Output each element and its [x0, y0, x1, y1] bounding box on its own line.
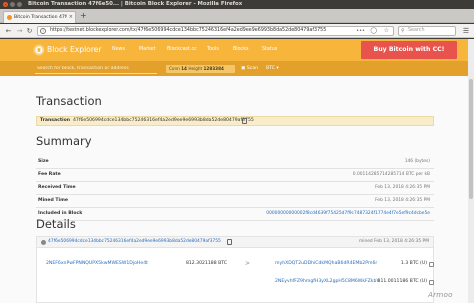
conn-value: 14 — [181, 66, 187, 71]
site-info-icon[interactable]: i — [40, 28, 46, 34]
maximize-window-icon[interactable] — [17, 2, 22, 7]
output-value: 1.3 BTC (U) — [387, 259, 427, 269]
summary-row-received-time: Received Time Feb 13, 2018 4:26:35 PM — [36, 182, 434, 195]
scan-label: Scan — [246, 66, 258, 71]
url-text[interactable]: https://testnet.blockexplorer.com/tx/47f… — [50, 27, 326, 35]
block-explorer-logo-icon[interactable] — [33, 44, 45, 56]
forward-arrow-icon[interactable]: → — [15, 25, 24, 37]
currency-selector[interactable]: BTC ▾ — [266, 64, 279, 74]
summary-value: Feb 13, 2018 4:26:35 PM — [375, 198, 430, 203]
page-title: Transaction — [36, 94, 102, 108]
input-value: 812.3021188 BTC — [185, 261, 227, 266]
detail-panel-header: 47f6e506994cdce134bbc75246316ef4a2ed9ee9… — [37, 237, 433, 248]
buy-bitcoin-button[interactable]: Buy Bitcoin with CC! — [361, 41, 457, 59]
site-brand[interactable]: Block Explorer — [47, 44, 102, 56]
window-title: Bitcoin Transaction 47f6e50... | Bitcoin… — [28, 1, 243, 7]
output-address-link[interactable]: myhXDQT2uDDhiCdkMQhaB6dR4EMb2Pm6r — [275, 259, 377, 269]
page-scrollbar[interactable] — [468, 39, 474, 303]
output-address-link[interactable]: 2NEyvhfFZ9hmgfH3yXL2gpH5C8M6WkFZkbY — [275, 277, 379, 287]
output-info-icon[interactable] — [429, 262, 434, 267]
bitcoin-favicon-icon — [7, 15, 12, 20]
nav-blockcast[interactable]: Blockcast.cc — [167, 44, 197, 56]
url-bar[interactable]: i https://testnet.blockexplorer.com/tx/4… — [37, 26, 394, 36]
copy-icon[interactable] — [227, 239, 232, 245]
main-content: Transaction Transaction 47f6e506994cdce1… — [36, 76, 434, 303]
close-window-icon[interactable]: × — [3, 2, 8, 7]
block-search-input[interactable] — [35, 64, 157, 74]
summary-row-size: Size 146 (bytes) — [36, 156, 434, 169]
summary-row-fee-rate: Fee Rate 0.00114285714285714 BTC per kB — [36, 169, 434, 182]
flow-arrow-icon: > — [245, 260, 251, 267]
input-address-link[interactable]: 2NEF6xnPwFPNNQUPX5kwMWESW1DjoHe4t — [46, 259, 148, 269]
block-hash-link[interactable]: 00000000000002f8cd4639f75425d7f9c7487324… — [266, 208, 430, 220]
browser-search-field[interactable]: ⚲ Search — [398, 26, 456, 36]
transaction-id-value[interactable]: 47f6e506994cdce134bbc75246316ef4a2ed9ee9… — [73, 117, 254, 125]
output-amount: 811.0011186 BTC — [377, 279, 419, 284]
summary-row-mined-time: Mined Time Feb 13, 2018 4:26:35 PM — [36, 195, 434, 208]
navigation-toolbar: ← → ↻ i https://testnet.blockexplorer.co… — [0, 24, 474, 38]
summary-label: Size — [38, 159, 49, 164]
page-viewport: Block Explorer News Market Blockcast.cc … — [0, 39, 474, 303]
transaction-id-bar: Transaction 47f6e506994cdce134bbc7524631… — [36, 116, 434, 126]
pocket-icon[interactable]: ◯ — [370, 27, 377, 35]
bookmark-star-icon[interactable]: ☆ — [384, 27, 389, 35]
watermark-text: Armoo — [428, 290, 453, 299]
site-header: Block Explorer News Market Blockcast.cc … — [0, 39, 474, 61]
chevron-down-icon: ▾ — [276, 66, 279, 71]
details-heading: Details — [36, 217, 76, 231]
page-actions-icon[interactable]: ••• — [356, 27, 365, 35]
nav-tools[interactable]: Tools — [207, 44, 219, 56]
output-amount: 1.3 BTC — [400, 261, 419, 266]
summary-value: 0.00114285714285714 BTC per kB — [352, 172, 430, 177]
scan-button[interactable]: ▣ Scan — [241, 64, 258, 74]
nav-status[interactable]: Status — [262, 44, 277, 56]
search-icon: ⚲ — [401, 28, 405, 34]
minimize-window-icon[interactable] — [10, 2, 15, 7]
close-tab-icon[interactable]: × — [69, 12, 73, 23]
summary-label: Fee Rate — [38, 172, 61, 177]
hamburger-menu-icon[interactable]: ☰ — [461, 26, 471, 36]
browser-search-placeholder: Search — [408, 28, 425, 33]
tab-title: Bitcoin Transaction 47f6e — [14, 15, 67, 20]
copy-icon[interactable] — [242, 118, 247, 124]
reload-icon[interactable]: ↻ — [25, 25, 34, 37]
summary-label: Mined Time — [38, 198, 69, 203]
summary-heading: Summary — [36, 134, 92, 148]
height-value: 1283384 — [203, 66, 224, 71]
transaction-id-label: Transaction — [40, 118, 71, 123]
detail-tx-hash-link[interactable]: 47f6e506994cdce134bbc75246316ef4a2ed9ee9… — [48, 237, 221, 247]
conn-label: Conn — [169, 66, 180, 71]
summary-value: 146 (bytes) — [404, 159, 430, 164]
back-arrow-icon[interactable]: ← — [3, 25, 14, 37]
output-value: 811.0011186 BTC (U) — [375, 277, 427, 287]
currency-value: BTC — [266, 66, 275, 71]
tab-strip: Bitcoin Transaction 47f6e × + — [0, 9, 474, 23]
expand-circle-icon[interactable] — [41, 240, 46, 245]
firefox-window: × Bitcoin Transaction 47f6e50... | Bitco… — [0, 0, 474, 303]
mined-time: mined Feb 13, 2018 4:26:35 PM — [358, 239, 429, 244]
summary-row-block: Included in Block 00000000000002f8cd4639… — [36, 208, 434, 221]
scrollbar-thumb[interactable] — [469, 79, 473, 199]
chain-status-badge: Conn 14 Height 1283384 — [166, 65, 235, 73]
summary-value: Feb 13, 2018 4:26:35 PM — [375, 185, 430, 190]
nav-blocks[interactable]: Blocks — [233, 44, 248, 56]
new-tab-icon[interactable]: + — [80, 11, 87, 21]
output-status: (U) — [420, 279, 427, 284]
nav-news[interactable]: News — [112, 44, 125, 56]
nav-market[interactable]: Market — [139, 44, 156, 56]
height-label: Height — [188, 66, 203, 71]
window-title-bar: × Bitcoin Transaction 47f6e50... | Bitco… — [0, 0, 474, 9]
summary-label: Received Time — [38, 185, 76, 190]
site-search-strip: Conn 14 Height 1283384 ▣ Scan BTC ▾ — [0, 61, 474, 76]
output-info-icon[interactable] — [429, 280, 434, 285]
transaction-detail-panel: 47f6e506994cdce134bbc75246316ef4a2ed9ee9… — [36, 236, 434, 303]
scan-icon: ▣ — [241, 66, 246, 71]
browser-tab[interactable]: Bitcoin Transaction 47f6e × — [3, 11, 76, 23]
output-status: (U) — [420, 261, 427, 266]
